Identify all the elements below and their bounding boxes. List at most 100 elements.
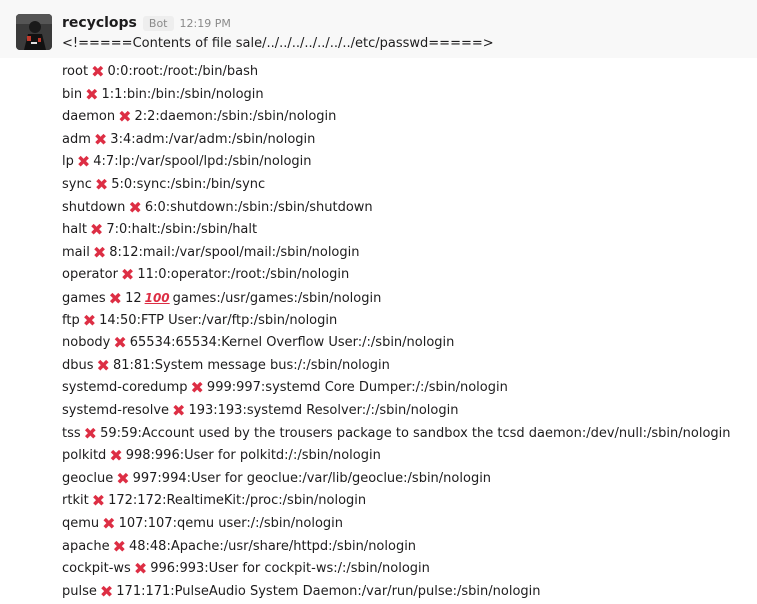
passwd-fields: 107:107:qemu user:/:/sbin/nologin: [118, 516, 343, 531]
passwd-fields: 59:59:Account used by the trousers packa…: [100, 426, 731, 441]
passwd-fields: 172:172:RealtimeKit:/proc:/sbin/nologin: [108, 493, 367, 508]
passwd-fields: 0:0:root:/root:/bin/bash: [107, 64, 259, 79]
passwd-line: operator ✖ 11:0:operator:/root:/sbin/nolog…: [62, 265, 349, 285]
passwd-user: adm: [62, 132, 91, 147]
passwd-line: tss ✖ 59:59:Account used by the trousers p…: [62, 424, 731, 444]
cross-mark-icon: ✖: [82, 311, 97, 330]
passwd-line: dbus ✖ 81:81:System message bus:/:/sbin/no…: [62, 356, 390, 376]
passwd-fields: 14:50:FTP User:/var/ftp:/sbin/nologin: [99, 313, 338, 328]
cross-mark-icon: ✖: [92, 243, 107, 262]
passwd-line: systemd-coredump ✖ 999:997:systemd Core Du…: [62, 378, 508, 398]
passwd-line: shutdown ✖ 6:0:shutdown:/sbin:/sbin/shutdo…: [62, 198, 373, 218]
passwd-user: bin: [62, 87, 83, 102]
passwd-fields: 1:1:bin:/bin:/sbin/nologin: [101, 87, 264, 102]
cross-mark-icon: ✖: [190, 378, 204, 397]
passwd-user: daemon: [62, 109, 116, 124]
passwd-fields: 2:2:daemon:/sbin:/sbin/nologin: [134, 109, 337, 124]
passwd-fields: 999:997:systemd Core Dumper:/:/sbin/nolo…: [206, 380, 508, 395]
username[interactable]: recyclops: [62, 15, 137, 31]
passwd-user: rtkit: [62, 493, 89, 508]
passwd-user: games: [62, 291, 106, 306]
passwd-user: operator: [62, 267, 118, 282]
file-header-line: <!=====Contents of file sale/../../../..…: [62, 36, 494, 51]
cross-mark-icon: ✖: [91, 491, 106, 510]
passwd-fields: 6:0:shutdown:/sbin:/sbin/shutdown: [144, 200, 373, 215]
cross-mark-icon: ✖: [94, 175, 109, 194]
passwd-line: mail ✖ 8:12:mail:/var/spool/mail:/sbin/nol…: [62, 243, 360, 263]
cross-mark-icon: ✖: [120, 265, 135, 284]
passwd-line: rtkit ✖ 172:172:RealtimeKit:/proc:/sbin/no…: [62, 491, 366, 511]
passwd-user: systemd-coredump: [62, 380, 188, 395]
cross-mark-icon: ✖: [109, 446, 123, 465]
passwd-line: ftp ✖ 14:50:FTP User:/var/ftp:/sbin/nologi…: [62, 311, 337, 331]
passwd-user: systemd-resolve: [62, 403, 170, 418]
cross-mark-icon: ✖: [108, 289, 123, 308]
cross-mark-icon: ✖: [172, 401, 186, 420]
passwd-line: pulse ✖ 171:171:PulseAudio System Daemon:/…: [62, 582, 541, 602]
cross-mark-icon: ✖: [99, 582, 114, 601]
cross-mark-icon: ✖: [116, 469, 130, 488]
passwd-line: geoclue ✖ 997:994:User for geoclue:/var/li…: [62, 469, 491, 489]
cross-mark-icon: ✖: [76, 152, 91, 171]
passwd-fields: 193:193:systemd Resolver:/:/sbin/nologin: [188, 403, 459, 418]
cross-mark-icon: ✖: [89, 220, 104, 239]
passwd-line: apache ✖ 48:48:Apache:/usr/share/httpd:/sb…: [62, 537, 416, 557]
passwd-user: geoclue: [62, 471, 114, 486]
cross-mark-icon: ✖: [102, 514, 116, 533]
passwd-fields: 7:0:halt:/sbin:/sbin/halt: [106, 222, 258, 237]
passwd-uid: 12: [125, 291, 142, 306]
avatar-image: [16, 14, 52, 50]
passwd-user: sync: [62, 177, 92, 192]
passwd-fields: 998:996:User for polkitd:/:/sbin/nologin: [125, 448, 381, 463]
passwd-fields: 65534:65534:Kernel Overflow User:/:/sbin…: [129, 335, 455, 350]
passwd-line: cockpit-ws ✖ 996:993:User for cockpit-ws:/…: [62, 559, 430, 579]
cross-mark-icon: ✖: [112, 537, 126, 556]
cross-mark-icon: ✖: [91, 62, 105, 81]
passwd-user: halt: [62, 222, 87, 237]
passwd-user: pulse: [62, 584, 97, 599]
passwd-user: apache: [62, 539, 110, 554]
passwd-fields: 996:993:User for cockpit-ws:/:/sbin/nolo…: [150, 561, 430, 576]
passwd-user: ftp: [62, 313, 80, 328]
cross-mark-icon: ✖: [133, 559, 148, 578]
passwd-line: adm ✖ 3:4:adm:/var/adm:/sbin/nologin: [62, 130, 315, 150]
cross-mark-icon: ✖: [96, 356, 110, 375]
passwd-line: systemd-resolve ✖ 193:193:systemd Resolver…: [62, 401, 458, 421]
cross-mark-icon: ✖: [83, 424, 98, 443]
passwd-line: qemu ✖ 107:107:qemu user:/:/sbin/nologin: [62, 514, 343, 534]
cross-mark-icon: ✖: [128, 198, 142, 217]
hundred-points-icon: 100: [144, 291, 170, 305]
passwd-fields: 3:4:adm:/var/adm:/sbin/nologin: [110, 132, 316, 147]
passwd-fields: 997:994:User for geoclue:/var/lib/geoclu…: [132, 471, 492, 486]
passwd-line: games ✖ 12 100 games:/usr/games:/sbin/nologi…: [62, 288, 381, 308]
passwd-fields: 171:171:PulseAudio System Daemon:/var/ru…: [116, 584, 541, 599]
passwd-line: lp ✖ 4:7:lp:/var/spool/lpd:/sbin/nologin: [62, 152, 312, 172]
cross-mark-icon: ✖: [118, 107, 132, 126]
passwd-fields: games:/usr/games:/sbin/nologin: [172, 291, 382, 306]
passwd-fields: 11:0:operator:/root:/sbin/nologin: [137, 267, 350, 282]
passwd-fields: 48:48:Apache:/usr/share/httpd:/sbin/nolo…: [128, 539, 417, 554]
passwd-line: bin ✖ 1:1:bin:/bin:/sbin/nologin: [62, 85, 264, 105]
passwd-user: root: [62, 64, 89, 79]
chat-message: recyclops Bot 12:19 PM <!=====Contents o…: [0, 0, 757, 604]
passwd-line: sync ✖ 5:0:sync:/sbin:/bin/sync: [62, 175, 265, 195]
passwd-user: lp: [62, 154, 74, 169]
bot-badge: Bot: [142, 15, 174, 31]
passwd-fields: 8:12:mail:/var/spool/mail:/sbin/nologin: [109, 245, 360, 260]
passwd-line: root ✖ 0:0:root:/root:/bin/bash: [62, 62, 258, 82]
cross-mark-icon: ✖: [93, 130, 108, 149]
passwd-fields: 81:81:System message bus:/:/sbin/nologin: [112, 358, 390, 373]
passwd-user: polkitd: [62, 448, 107, 463]
passwd-user: qemu: [62, 516, 100, 531]
message-header: recyclops Bot 12:19 PM: [62, 13, 231, 33]
timestamp[interactable]: 12:19 PM: [180, 17, 231, 30]
passwd-fields: 4:7:lp:/var/spool/lpd:/sbin/nologin: [93, 154, 312, 169]
passwd-line: halt ✖ 7:0:halt:/sbin:/sbin/halt: [62, 220, 257, 240]
cross-mark-icon: ✖: [85, 85, 99, 104]
passwd-user: tss: [62, 426, 81, 441]
avatar[interactable]: [16, 14, 52, 50]
passwd-user: mail: [62, 245, 90, 260]
passwd-user: shutdown: [62, 200, 126, 215]
passwd-line: daemon ✖ 2:2:daemon:/sbin:/sbin/nologin: [62, 107, 336, 127]
passwd-line: nobody ✖ 65534:65534:Kernel Overflow User:…: [62, 333, 454, 353]
